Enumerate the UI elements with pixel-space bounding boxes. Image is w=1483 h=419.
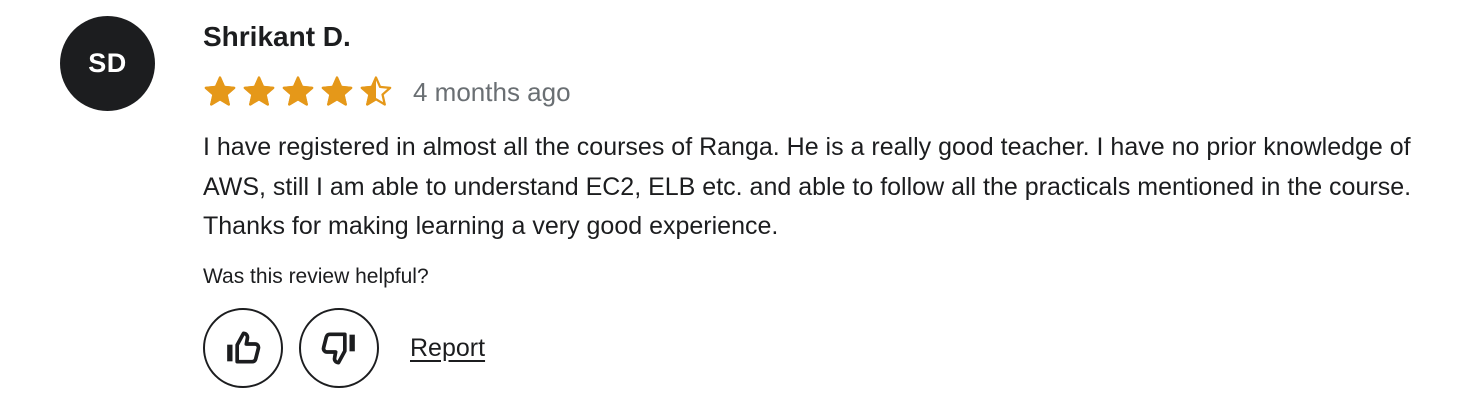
rating-row: 4 months ago	[203, 72, 571, 112]
review-text: I have registered in almost all the cour…	[203, 133, 1412, 240]
review-card: SD Shrikant D. 4 months ago I have regis…	[60, 16, 1470, 406]
avatar: SD	[60, 16, 155, 111]
helpful-prompt: Was this review helpful?	[203, 265, 429, 288]
review-actions: Report	[203, 308, 485, 388]
star-full-icon	[321, 76, 353, 106]
report-link[interactable]: Report	[410, 334, 485, 363]
avatar-initials: SD	[88, 48, 127, 78]
thumbs-down-icon	[321, 332, 355, 365]
star-full-icon	[204, 76, 236, 106]
thumbs-up-button[interactable]	[203, 308, 283, 388]
star-rating	[203, 72, 398, 112]
star-full-icon	[243, 76, 275, 106]
reviewer-name: Shrikant D.	[203, 21, 351, 52]
review-date: 4 months ago	[413, 77, 571, 107]
star-full-icon	[282, 76, 314, 106]
thumbs-down-button[interactable]	[299, 308, 379, 388]
star-half-icon	[360, 76, 392, 106]
thumbs-up-icon	[227, 331, 261, 364]
